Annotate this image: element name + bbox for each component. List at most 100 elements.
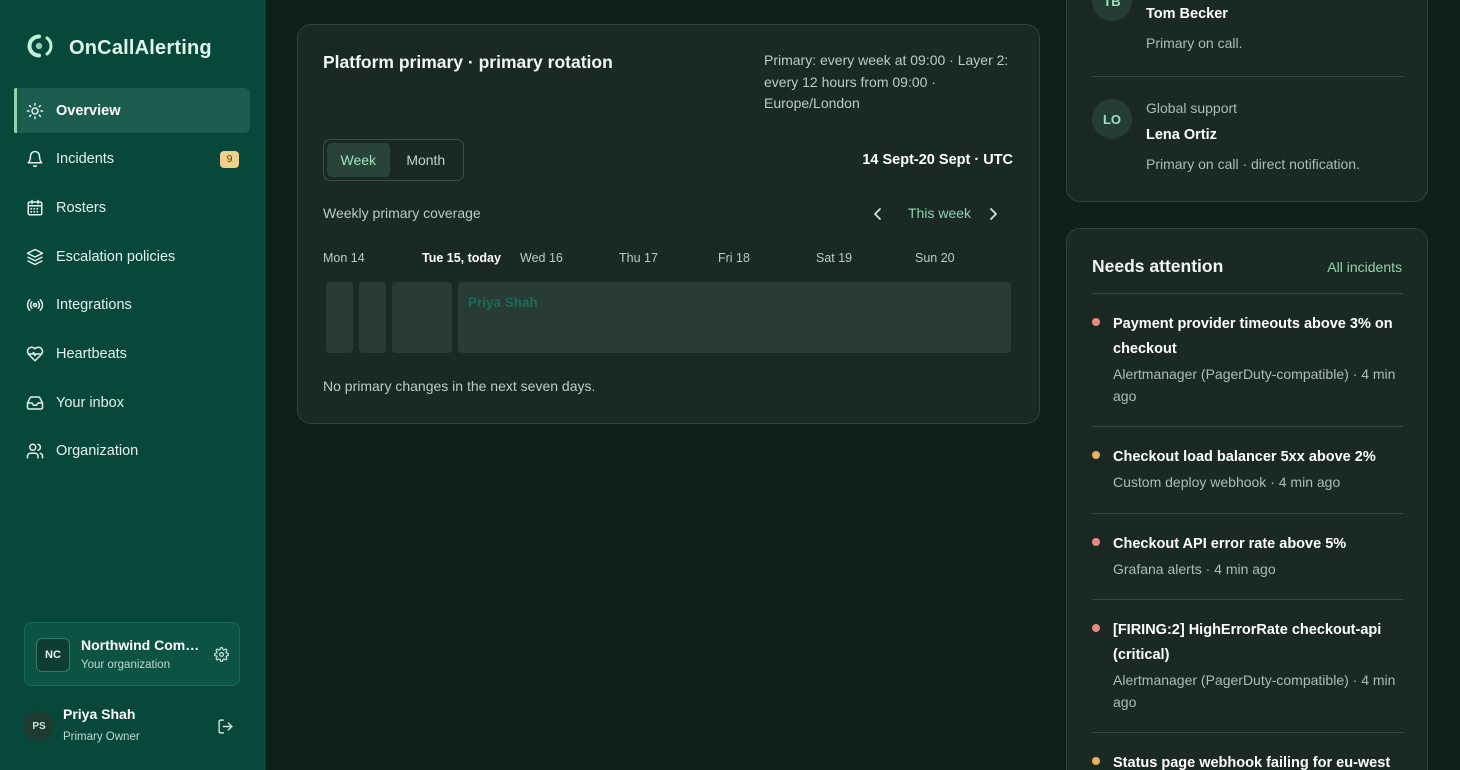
divider	[1092, 513, 1403, 514]
avatar: TB	[1092, 0, 1132, 21]
sun-icon	[25, 101, 44, 120]
on-call-card: TB Tom Becker Primary on call. LO Global…	[1066, 0, 1428, 202]
organization-switcher[interactable]: NC Northwind Com… Your organization	[24, 622, 240, 686]
incident-item[interactable]: [FIRING:2] HighErrorRate checkout-api (c…	[1092, 618, 1403, 713]
rotation-footer: No primary changes in the next seven day…	[323, 378, 596, 394]
sidebar-item-label: Escalation policies	[56, 248, 176, 265]
day-label: Fri 18	[718, 251, 750, 265]
shift-block[interactable]	[326, 282, 353, 353]
shift-block[interactable]	[359, 282, 386, 353]
logo-icon	[25, 33, 59, 64]
brand[interactable]: OnCallAlerting	[25, 33, 212, 64]
all-incidents-link[interactable]: All incidents	[1327, 259, 1402, 275]
incident-title: Payment provider timeouts above 3% on ch…	[1113, 316, 1393, 357]
sidebar-item-escalation-policies[interactable]: Escalation policies	[14, 234, 250, 279]
sidebar-item-label: Overview	[56, 102, 121, 119]
chevron-left-icon[interactable]	[872, 205, 884, 228]
rotation-title: Platform primary · primary rotation	[323, 52, 613, 72]
shift-block[interactable]: Priya Shah	[458, 282, 1011, 353]
this-week-button[interactable]: This week	[908, 205, 971, 221]
severity-dot	[1092, 538, 1100, 546]
divider	[1092, 426, 1403, 427]
sidebar-item-heartbeats[interactable]: Heartbeats	[14, 331, 250, 376]
chevron-right-icon[interactable]	[987, 205, 999, 228]
sidebar-item-overview[interactable]: Overview	[14, 88, 250, 133]
users-icon	[25, 442, 44, 461]
incident-source: Grafana alerts · 4 min ago	[1113, 561, 1276, 577]
shift-person: Priya Shah	[468, 295, 538, 310]
day-label-today: Tue 15, today	[422, 251, 501, 265]
app-name: OnCallAlerting	[69, 37, 212, 59]
shift-block[interactable]	[392, 282, 452, 353]
rotation-description: Primary: every week at 09:00 · Layer 2: …	[764, 52, 1009, 111]
needs-attention-title: Needs attention	[1092, 256, 1224, 276]
incident-title: [FIRING:2] HighErrorRate checkout-api (c…	[1113, 622, 1382, 663]
severity-dot	[1092, 451, 1100, 459]
broadcast-icon	[25, 296, 44, 315]
incident-title: Checkout load balancer 5xx above 2%	[1113, 449, 1376, 465]
on-call-name: Lena Ortiz	[1146, 127, 1217, 143]
incident-source: Alertmanager (PagerDuty-compatible) · 4 …	[1113, 672, 1396, 710]
incident-title: Checkout API error rate above 5%	[1113, 536, 1347, 552]
day-label: Thu 17	[619, 251, 658, 265]
divider	[1092, 293, 1403, 294]
incident-source: Custom deploy webhook · 4 min ago	[1113, 474, 1341, 490]
incident-item[interactable]: Checkout API error rate above 5% Grafana…	[1092, 532, 1403, 580]
incident-source: Alertmanager (PagerDuty-compatible) · 4 …	[1113, 366, 1396, 404]
org-subtitle: Your organization	[81, 659, 171, 671]
rotation-card: Platform primary · primary rotation Prim…	[297, 24, 1040, 424]
user-role: Primary Owner	[63, 731, 140, 743]
sidebar-item-label: Organization	[56, 443, 139, 460]
day-label: Wed 16	[520, 251, 563, 265]
severity-dot	[1092, 757, 1100, 765]
logout-icon[interactable]	[217, 718, 234, 740]
sidebar-item-your-inbox[interactable]: Your inbox	[14, 380, 250, 425]
user-name: Priya Shah	[63, 706, 136, 722]
sidebar-item-label: Your inbox	[56, 394, 124, 411]
heartbeat-icon	[25, 344, 44, 363]
severity-dot	[1092, 318, 1100, 326]
sidebar-nav: Overview Incidents 9 Rosters Escalation …	[14, 88, 250, 478]
avatar: LO	[1092, 99, 1132, 139]
divider	[1092, 76, 1403, 77]
on-call-name: Tom Becker	[1146, 6, 1228, 22]
gear-icon[interactable]	[214, 647, 229, 667]
on-call-note: Primary on call.	[1146, 35, 1243, 51]
date-range: 14 Sept-20 Sept · UTC	[862, 152, 1013, 168]
incidents-count-badge: 9	[220, 150, 239, 168]
day-label: Sat 19	[816, 251, 853, 265]
sidebar-item-integrations[interactable]: Integrations	[14, 283, 250, 328]
day-label: Mon 14	[323, 251, 365, 265]
severity-dot	[1092, 624, 1100, 632]
calendar-icon	[25, 198, 44, 217]
sidebar-item-incidents[interactable]: Incidents 9	[14, 137, 250, 182]
inbox-icon	[25, 393, 44, 412]
on-call-team: Global support	[1146, 100, 1238, 116]
view-toggle: Week Month	[323, 139, 464, 181]
sidebar-item-label: Integrations	[56, 297, 132, 314]
incident-item[interactable]: Status page webhook failing for eu-west	[1092, 751, 1403, 770]
layers-icon	[25, 247, 44, 266]
sidebar-item-label: Heartbeats	[56, 345, 127, 362]
sidebar-item-label: Rosters	[56, 199, 106, 216]
incident-item[interactable]: Payment provider timeouts above 3% on ch…	[1092, 312, 1403, 407]
on-call-note: Primary on call · direct notification.	[1146, 156, 1360, 172]
sidebar-item-label: Incidents	[56, 151, 115, 168]
avatar: PS	[24, 711, 54, 741]
sidebar: OnCallAlerting Overview Incidents 9 Rost…	[0, 0, 265, 770]
needs-attention-card: Needs attention All incidents Payment pr…	[1066, 228, 1428, 770]
bell-icon	[25, 150, 44, 169]
coverage-label: Weekly primary coverage	[323, 205, 481, 221]
org-name: Northwind Com…	[81, 637, 200, 653]
tab-month[interactable]: Month	[392, 143, 460, 177]
divider	[1092, 599, 1403, 600]
org-avatar: NC	[36, 638, 70, 672]
sidebar-item-organization[interactable]: Organization	[14, 429, 250, 474]
current-user: PS Priya Shah Primary Owner	[24, 700, 240, 752]
divider	[1092, 732, 1403, 733]
incident-title: Status page webhook failing for eu-west	[1113, 755, 1391, 770]
sidebar-item-rosters[interactable]: Rosters	[14, 185, 250, 230]
day-label: Sun 20	[915, 251, 955, 265]
incident-item[interactable]: Checkout load balancer 5xx above 2% Cust…	[1092, 445, 1403, 493]
tab-week[interactable]: Week	[327, 143, 390, 177]
